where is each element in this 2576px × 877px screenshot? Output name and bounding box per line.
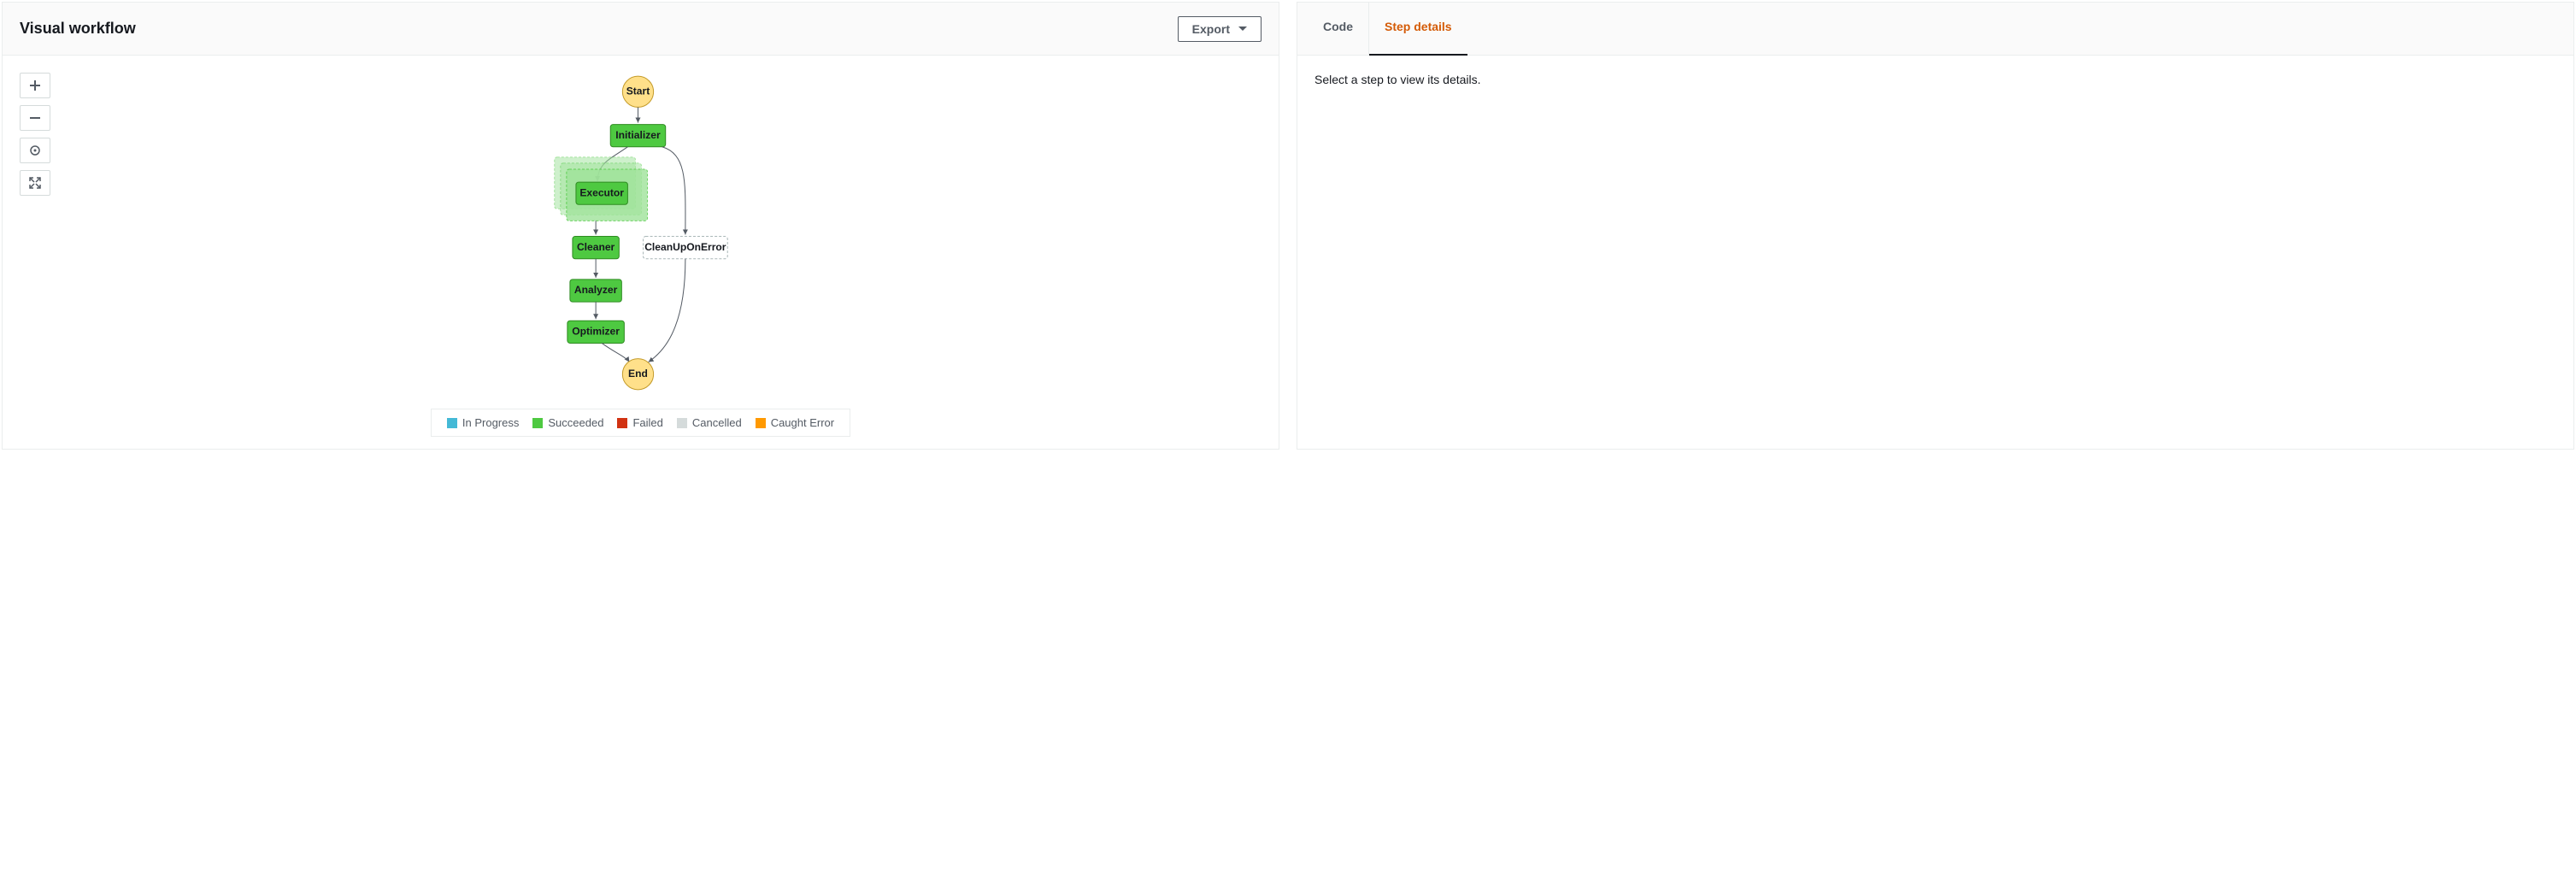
swatch-failed	[617, 418, 627, 428]
zoom-out-button[interactable]	[20, 105, 50, 131]
minus-icon	[28, 111, 42, 125]
tab-step-details[interactable]: Step details	[1369, 3, 1467, 55]
node-initializer[interactable]: Initializer	[610, 125, 665, 147]
legend: In Progress Succeeded Failed Cancelled C…	[431, 409, 850, 437]
panel-title: Visual workflow	[20, 20, 136, 38]
edge	[649, 259, 685, 362]
caret-down-icon	[1238, 26, 1247, 31]
legend-item-in-progress: In Progress	[447, 416, 519, 429]
zoom-in-button[interactable]	[20, 73, 50, 98]
export-button-label: Export	[1192, 22, 1230, 36]
legend-item-caught-error: Caught Error	[756, 416, 834, 429]
export-button[interactable]: Export	[1178, 16, 1262, 42]
swatch-in-progress	[447, 418, 457, 428]
node-cleaner[interactable]: Cleaner	[573, 237, 619, 259]
legend-item-cancelled: Cancelled	[677, 416, 742, 429]
legend-item-succeeded: Succeeded	[532, 416, 603, 429]
details-placeholder: Select a step to view its details.	[1297, 56, 2573, 103]
node-analyzer[interactable]: Analyzer	[570, 280, 621, 302]
edge	[602, 343, 629, 362]
node-executor-map[interactable]: Executor	[555, 157, 648, 221]
swatch-succeeded	[532, 418, 543, 428]
tab-code[interactable]: Code	[1308, 3, 1369, 55]
workflow-canvas-container: Start Initializer	[3, 56, 1279, 449]
swatch-cancelled	[677, 418, 687, 428]
target-icon	[28, 144, 42, 157]
edge	[662, 147, 685, 235]
visual-workflow-header: Visual workflow Export	[3, 3, 1279, 56]
node-cleanup-on-error[interactable]: CleanUpOnError	[644, 237, 728, 259]
visual-workflow-panel: Visual workflow Export	[2, 2, 1279, 450]
swatch-caught-error	[756, 418, 766, 428]
workflow-graph[interactable]: Start Initializer	[3, 56, 1279, 409]
plus-icon	[28, 79, 42, 92]
node-optimizer[interactable]: Optimizer	[568, 321, 624, 343]
details-tabs: Code Step details	[1297, 3, 2573, 56]
zoom-controls	[20, 73, 50, 196]
zoom-fit-button[interactable]	[20, 170, 50, 196]
expand-icon	[28, 176, 42, 190]
node-start[interactable]: Start	[622, 76, 653, 107]
zoom-center-button[interactable]	[20, 138, 50, 163]
legend-item-failed: Failed	[617, 416, 662, 429]
details-panel: Code Step details Select a step to view …	[1297, 2, 2574, 450]
node-end[interactable]: End	[622, 359, 653, 390]
